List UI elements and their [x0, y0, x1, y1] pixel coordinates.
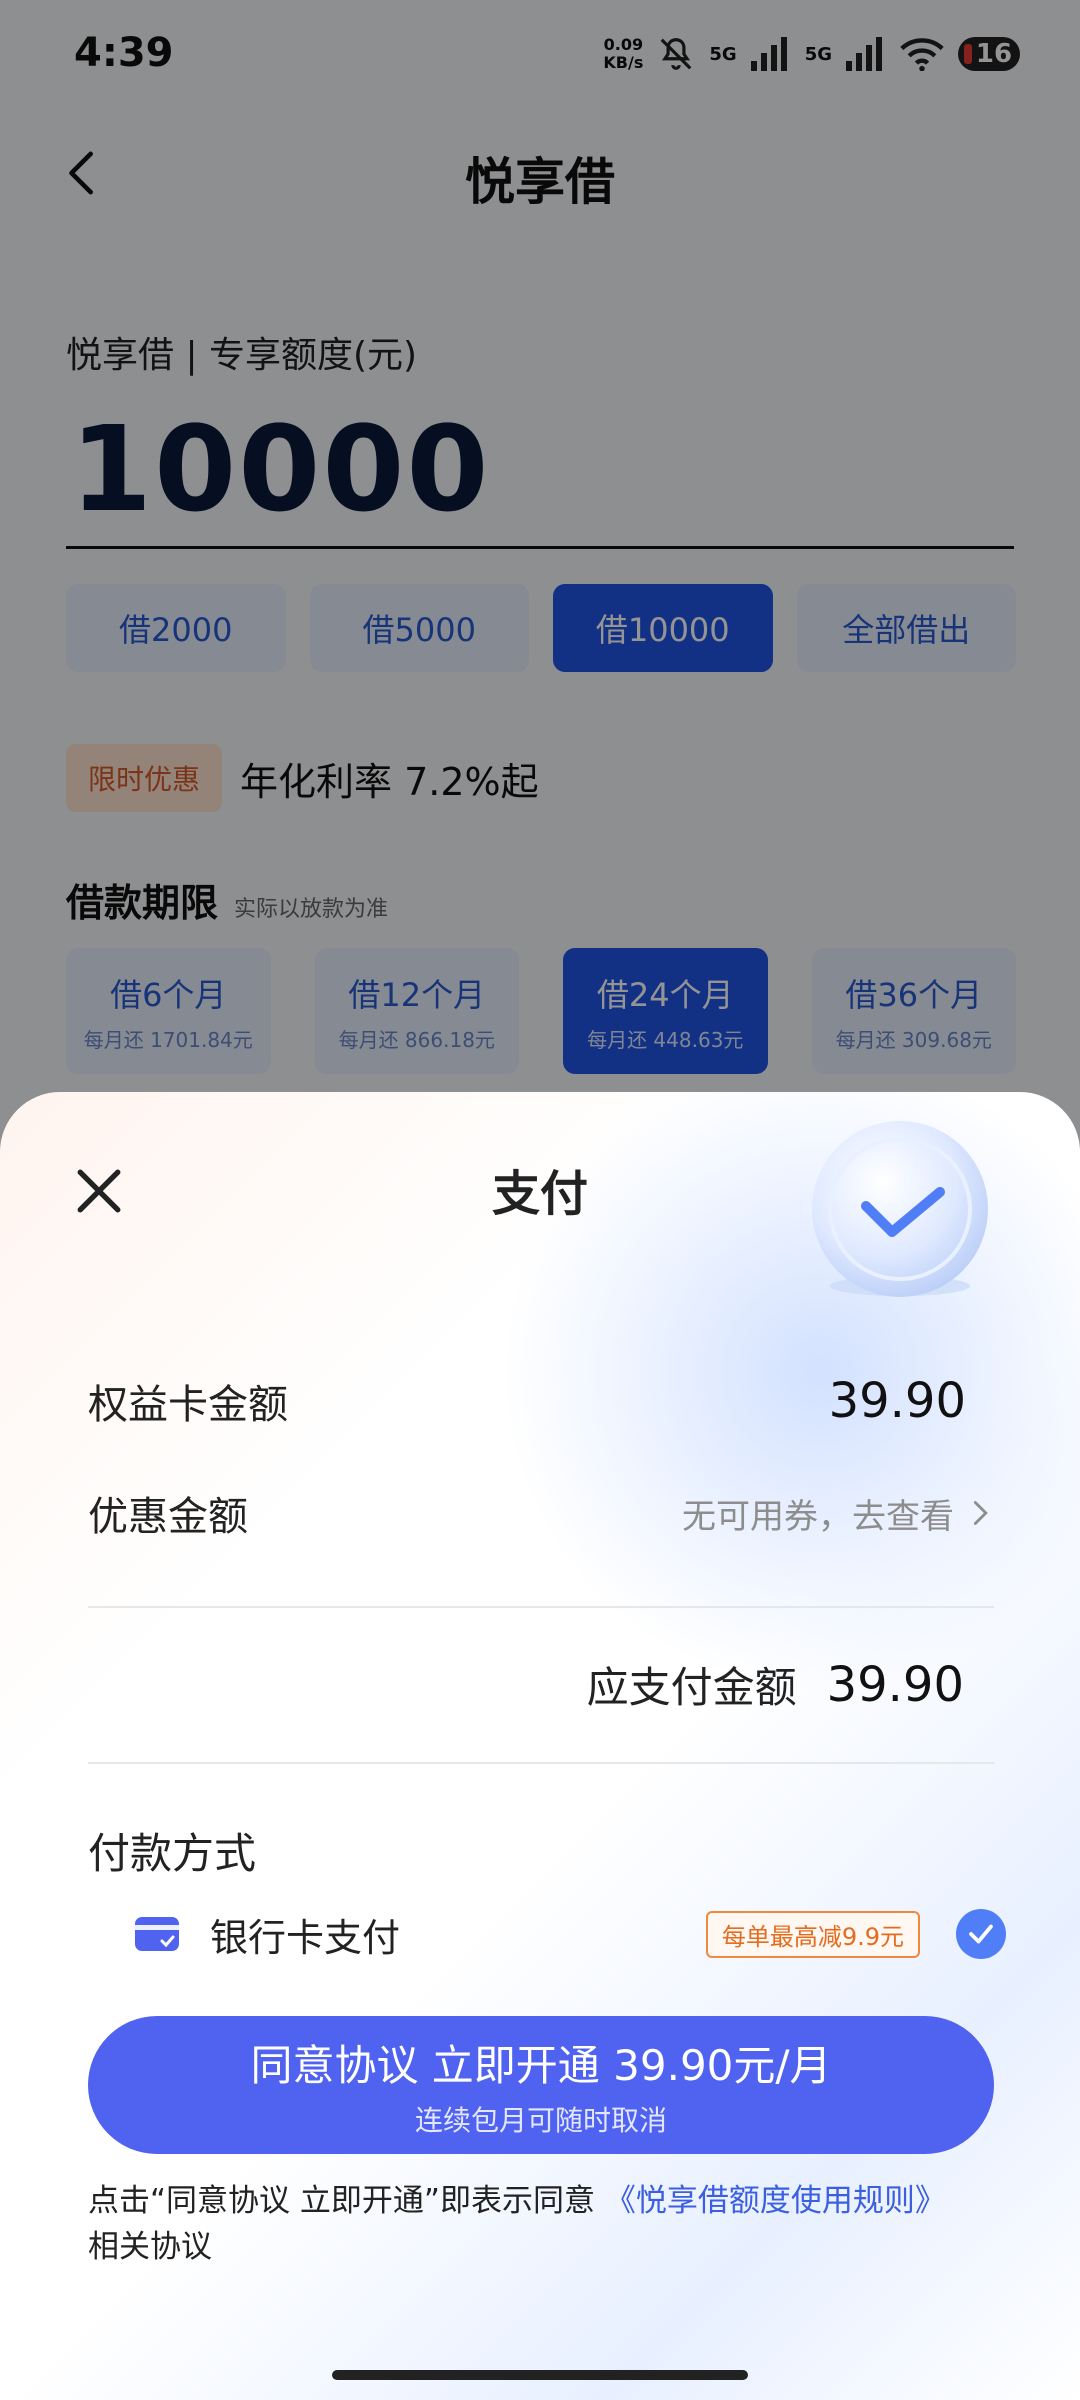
divider [88, 1606, 994, 1608]
pay-method-label: 银行卡支付 [210, 1915, 401, 1960]
agreement-text: 点击“同意协议 立即开通”即表示同意 《悦享借额度使用规则》 相关协议 [88, 2178, 998, 2270]
pay-method-title: 付款方式 [88, 1829, 257, 1878]
agreement-prefix: 点击“同意协议 立即开通”即表示同意 [88, 2183, 605, 2219]
agree-and-activate-button[interactable]: 同意协议 立即开通 39.90元/月 连续包月可随时取消 [88, 2016, 994, 2154]
check-badge-icon [812, 1121, 988, 1297]
discount-value: 无可用券，去查看 [682, 1496, 954, 1537]
agreement-link[interactable]: 《悦享借额度使用规则》 [605, 2183, 946, 2219]
card-amount-row: 权益卡金额 39.90 [88, 1372, 994, 1430]
card-amount-label: 权益卡金额 [88, 1382, 288, 1428]
view-coupons-link[interactable]: 无可用券，去查看 [682, 1489, 994, 1538]
check-icon [969, 1924, 993, 1944]
card-amount-value: 39.90 [828, 1373, 966, 1429]
chevron-right-icon [973, 1501, 988, 1525]
divider [88, 1762, 994, 1764]
pay-method-selected-check[interactable] [956, 1909, 1006, 1959]
due-amount-label: 应支付金额 [586, 1663, 797, 1712]
pay-discount-tag: 每单最高减9.9元 [705, 1910, 920, 1958]
cta-main-text: 同意协议 立即开通 39.90元/月 [250, 2040, 832, 2090]
discount-label: 优惠金额 [88, 1494, 248, 1540]
due-amount-row: 应支付金额 39.90 [587, 1654, 964, 1715]
cta-sub-text: 连续包月可随时取消 [414, 2103, 667, 2137]
bank-card-icon [135, 1917, 179, 1951]
discount-row[interactable]: 优惠金额 无可用券，去查看 [88, 1484, 994, 1542]
due-amount-value: 39.90 [826, 1656, 964, 1713]
pay-method-bank-card[interactable]: 银行卡支付 每单最高减9.9元 [134, 1904, 1006, 1964]
agreement-suffix: 相关协议 [88, 2229, 212, 2265]
home-indicator[interactable] [332, 2370, 748, 2380]
